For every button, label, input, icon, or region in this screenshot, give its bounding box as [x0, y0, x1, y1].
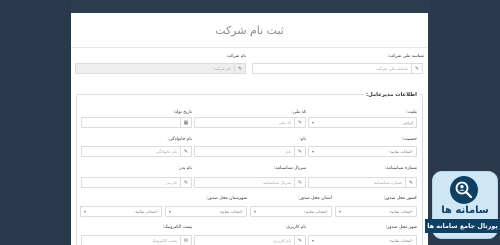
first-name-placeholder: نام	[286, 149, 291, 154]
logo-subtitle: پورتال جامع سامانه ها	[425, 219, 500, 233]
id-number-label: شماره شناسنامه:	[384, 166, 417, 171]
logo-title: سامانه ها	[441, 205, 489, 216]
national-code-placeholder: کد ملی	[278, 120, 291, 125]
pencil-icon: ✎	[405, 178, 416, 187]
father-name-placeholder: نام پدر	[165, 180, 177, 185]
chevron-down-icon: ▾	[253, 209, 256, 214]
company-name-label: نام شرکت	[226, 54, 246, 59]
issue-city-label: شهر محل صدور:	[385, 225, 417, 230]
nationality-select[interactable]: ایرانی ▾	[308, 117, 417, 128]
gender-select[interactable]: -انتخاب نمایید- ▾	[308, 146, 417, 157]
birth-date-field[interactable]: ▦	[81, 117, 192, 128]
calendar-icon[interactable]: ▦	[180, 118, 191, 127]
chevron-down-icon: ▾	[311, 120, 314, 125]
last-name-label: نام خانوادگی:	[167, 137, 192, 142]
id-number-placeholder: شماره شناسنامه	[373, 180, 402, 185]
last-name-field[interactable]: ✎ نام خانوادگی	[81, 146, 192, 157]
issue-province-value: -انتخاب نمایید-	[303, 209, 328, 214]
magnifier-person-icon	[450, 176, 478, 204]
manager-section-title: اطلاعات مدیرعامل:	[364, 92, 419, 98]
father-name-field[interactable]: ✎ نام پدر	[81, 177, 192, 188]
last-name-placeholder: نام خانوادگی	[155, 149, 177, 154]
extra-select[interactable]: -انتخاب نمایید- ▾	[80, 206, 162, 217]
issue-city-value: -انتخاب نمایید-	[388, 238, 413, 243]
chevron-down-icon: ▾	[83, 209, 86, 214]
id-serial-label: سریال شناسنامه:	[273, 166, 306, 171]
chevron-down-icon: ▾	[338, 209, 341, 214]
father-name-label: نام پدر:	[178, 166, 192, 171]
page-background-left	[0, 0, 71, 245]
issue-city-select[interactable]: -انتخاب نمایید- ▾	[308, 235, 417, 245]
nationality-label: ملیت:	[406, 110, 417, 115]
first-name-field[interactable]: ✎ نام	[194, 146, 306, 157]
id-number-field[interactable]: ✎ شماره شناسنامه	[308, 177, 417, 188]
company-national-id-placeholder: شناسه ملی شرکت	[375, 66, 408, 71]
id-serial-field[interactable]: ✎ سریال شناسنامه	[194, 177, 306, 188]
pencil-icon: ✎	[180, 147, 191, 156]
company-name-field[interactable]: ✎ نام شرکت	[75, 63, 246, 74]
email-label: پست الکترونیک:	[162, 225, 192, 230]
pencil-icon: ✎	[294, 147, 305, 156]
username-placeholder: نام کاربری	[273, 238, 291, 243]
id-serial-placeholder: سریال شناسنامه	[263, 180, 291, 185]
birth-date-label: تاریخ تولد:	[173, 110, 192, 115]
pencil-icon: ✎	[294, 236, 305, 245]
company-national-id-field[interactable]: ✎ شناسه ملی شرکت	[252, 63, 423, 74]
samanehha-logo: سامانه ها پورتال جامع سامانه ها	[425, 171, 500, 245]
issue-country-select[interactable]: -انتخاب نمایید- ▾	[335, 206, 417, 217]
chevron-down-icon: ▾	[311, 238, 314, 243]
pencil-icon: ✎	[234, 64, 245, 73]
gender-value: -انتخاب نمایید-	[388, 149, 413, 154]
issue-city-county-select[interactable]: -انتخاب نمایید- ▾	[165, 206, 247, 217]
extra-select-value: -انتخاب نمایید-	[133, 209, 158, 214]
national-code-field[interactable]: ✎ کد ملی	[194, 117, 306, 128]
pencil-icon: ✎	[294, 178, 305, 187]
chevron-down-icon: ▾	[168, 209, 171, 214]
pencil-icon: ✎	[411, 64, 422, 73]
username-label: نام کاربری:	[285, 225, 306, 230]
issue-city-county-label: شهرستان محل صدور:	[206, 196, 247, 201]
national-code-label: کد ملی:	[291, 110, 306, 115]
pencil-icon: ✎	[180, 178, 191, 187]
issue-province-label: استان محل صدور:	[298, 196, 332, 201]
username-field[interactable]: ✎ نام کاربری	[194, 235, 306, 245]
first-name-label: نام:	[299, 137, 306, 142]
email-field[interactable]: ✉ پست الکترونیک	[81, 235, 192, 245]
issue-province-select[interactable]: -انتخاب نمایید- ▾	[250, 206, 332, 217]
page-title: ثبت نام شرکت	[71, 13, 428, 48]
chevron-down-icon: ▾	[311, 149, 314, 154]
envelope-icon: ✉	[180, 236, 191, 245]
issue-city-county-value: -انتخاب نمایید-	[218, 209, 243, 214]
registration-card: ثبت نام شرکت شناسه ملی شرکت: ✎ شناسه ملی…	[71, 13, 428, 245]
email-placeholder: پست الکترونیک	[151, 238, 177, 243]
issue-country-value: -انتخاب نمایید-	[388, 209, 413, 214]
gender-label: جنسیت:	[401, 137, 417, 142]
pencil-icon: ✎	[294, 118, 305, 127]
nationality-value: ایرانی	[403, 120, 413, 125]
company-name-placeholder: نام شرکت	[213, 66, 231, 71]
issue-country-label: کشور محل صدور:	[383, 196, 417, 201]
company-national-id-label: شناسه ملی شرکت:	[387, 54, 424, 59]
